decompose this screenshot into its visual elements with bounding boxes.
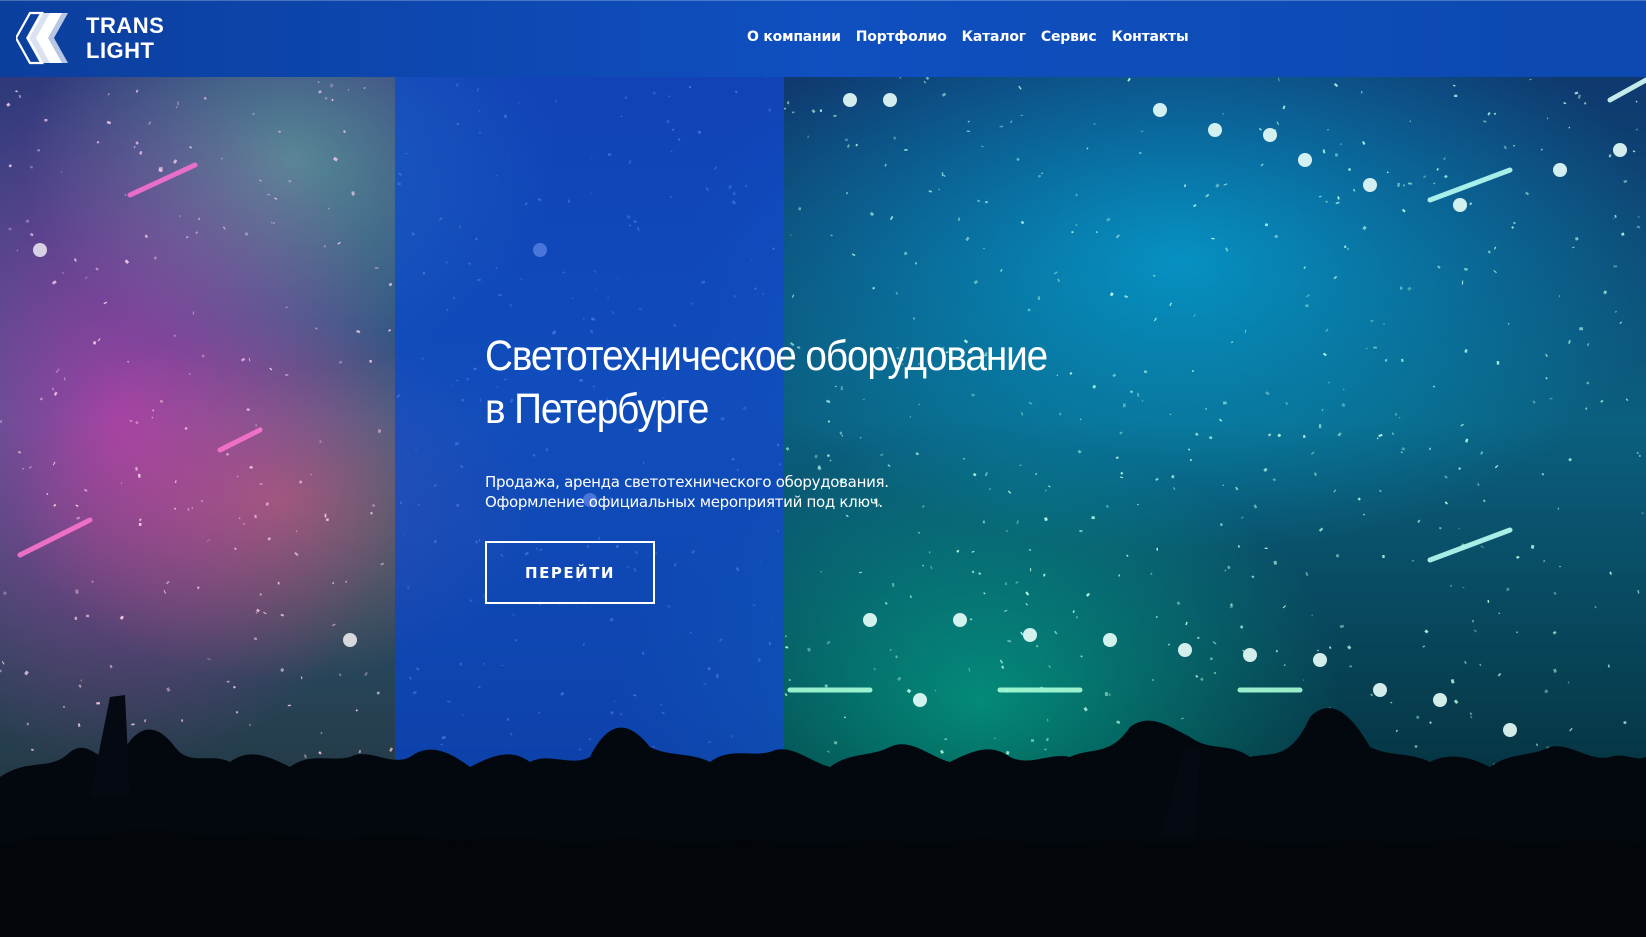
hero-section [0, 0, 1646, 937]
go-button[interactable]: ПЕРЕЙТИ [485, 541, 655, 604]
stage-light [1208, 123, 1222, 137]
light-beam [1607, 77, 1646, 103]
stage-light [1553, 163, 1567, 177]
stage-light [843, 93, 857, 107]
stage-light [1023, 628, 1037, 642]
hero-subtitle: Продажа, аренда светотехнического оборуд… [485, 472, 889, 512]
stage-light [883, 93, 897, 107]
stage-light [1453, 198, 1467, 212]
stage-light [953, 613, 967, 627]
brand-name: TRANS LIGHT [86, 13, 164, 63]
diamond-stripes-logo-icon [16, 11, 68, 65]
stage-light [1263, 128, 1277, 142]
hero-subtitle-line1: Продажа, аренда светотехнического оборуд… [485, 473, 889, 491]
nav-item-portfolio[interactable]: Портфолио [856, 29, 947, 45]
stage-light [1103, 633, 1117, 647]
main-nav: О компании Портфолио Каталог Сервис Конт… [747, 29, 1189, 45]
stage-light [1363, 178, 1377, 192]
hero-title-line1: Светотехническое оборудование [485, 332, 1048, 380]
brand-name-line1: TRANS [86, 13, 165, 38]
nav-item-catalog[interactable]: Каталог [962, 29, 1026, 45]
stage-light [1298, 153, 1312, 167]
brand-name-line2: LIGHT [86, 38, 155, 63]
stage-light [1178, 643, 1192, 657]
nav-item-service[interactable]: Сервис [1041, 29, 1097, 45]
top-navbar: TRANS LIGHT О компании Портфолио Каталог… [0, 0, 1646, 77]
hero-subtitle-line2: Оформление официальных мероприятий под к… [485, 493, 883, 511]
light-beam [1427, 167, 1513, 203]
nav-item-about[interactable]: О компании [747, 29, 841, 45]
stage-light [863, 613, 877, 627]
light-beam [1427, 527, 1513, 563]
nav-item-contacts[interactable]: Контакты [1111, 29, 1188, 45]
hero-title: Светотехническое оборудование в Петербур… [485, 330, 1048, 436]
stage-light [1153, 103, 1167, 117]
brand-logo[interactable]: TRANS LIGHT [16, 11, 164, 65]
stage-light [1613, 143, 1627, 157]
hero-title-line2: в Петербурге [485, 385, 709, 433]
crowd-silhouette [0, 695, 1646, 937]
